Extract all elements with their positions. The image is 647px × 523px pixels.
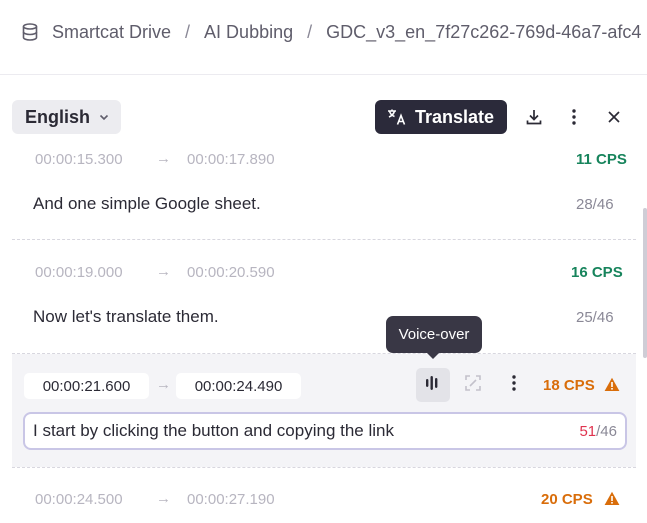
warning-icon xyxy=(604,491,620,506)
chevron-down-icon xyxy=(98,111,110,123)
voice-over-tooltip: Voice-over xyxy=(386,316,482,353)
segment-text[interactable]: And one simple Google sheet. xyxy=(33,194,261,214)
active-segment xyxy=(12,354,636,467)
segment-end-time: 00:00:17.890 xyxy=(187,151,275,168)
expand-button[interactable] xyxy=(456,368,490,402)
character-count-used: 51 xyxy=(579,422,597,440)
breadcrumb-separator: / xyxy=(185,21,191,42)
segment-end-time: 00:00:20.590 xyxy=(187,264,275,281)
segment-start-time: 00:00:24.500 xyxy=(35,491,123,508)
segment-start-time: 00:00:19.000 xyxy=(35,264,123,281)
more-vertical-icon xyxy=(511,374,517,397)
start-time-field[interactable]: 00:00:21.600 xyxy=(24,373,149,399)
end-time-field[interactable]: 00:00:24.490 xyxy=(176,373,301,399)
arrow-right-icon: → xyxy=(156,490,171,507)
segment-divider xyxy=(12,239,636,240)
breadcrumb-ai-dubbing[interactable]: AI Dubbing xyxy=(204,22,293,43)
cps-badge: 18 CPS xyxy=(543,377,595,394)
scrollbar[interactable] xyxy=(643,208,647,358)
arrow-right-icon: → xyxy=(156,376,171,393)
database-icon xyxy=(20,22,40,42)
more-vertical-icon[interactable] xyxy=(561,104,587,130)
download-icon[interactable] xyxy=(521,104,547,130)
close-icon[interactable] xyxy=(601,104,627,130)
header-divider xyxy=(0,74,647,75)
character-count: 28/46 xyxy=(576,196,614,213)
segment-list: 00:00:15.300 → 00:00:17.890 11 CPS And o… xyxy=(0,146,647,523)
voice-over-icon xyxy=(425,374,441,397)
language-select[interactable]: English xyxy=(12,100,121,134)
translate-button[interactable]: Translate xyxy=(375,100,507,134)
breadcrumb-file-name: GDC_v3_en_7f27c262-769d-46a7-afc4 xyxy=(326,21,642,42)
translate-icon xyxy=(387,108,407,126)
character-count: 51/46 xyxy=(579,423,617,440)
breadcrumb-smartcat-drive[interactable]: Smartcat Drive xyxy=(52,22,171,43)
segment-text[interactable]: Now let's translate them. xyxy=(33,307,219,327)
tooltip-arrow xyxy=(427,353,439,359)
cps-badge: 20 CPS xyxy=(541,491,593,508)
translate-label: Translate xyxy=(415,106,495,127)
segment-text-input[interactable]: I start by clicking the button and copyi… xyxy=(23,412,627,450)
segment-more-button[interactable] xyxy=(497,368,531,402)
arrow-right-icon: → xyxy=(156,150,171,167)
language-label: English xyxy=(25,106,91,127)
cps-badge: 11 CPS xyxy=(576,151,627,168)
expand-icon xyxy=(464,374,482,397)
breadcrumb: Smartcat Drive / AI Dubbing / GDC_v3_en_… xyxy=(0,0,647,64)
segment-start-time: 00:00:15.300 xyxy=(35,151,123,168)
segment-text: I start by clicking the button and copyi… xyxy=(33,421,394,440)
segment-end-time: 00:00:27.190 xyxy=(187,491,275,508)
segment-divider xyxy=(12,467,636,468)
warning-icon xyxy=(604,377,620,392)
character-count: 25/46 xyxy=(576,309,614,326)
breadcrumb-separator: / xyxy=(307,21,313,42)
arrow-right-icon: → xyxy=(156,263,171,280)
voice-over-button[interactable] xyxy=(416,368,450,402)
cps-badge: 16 CPS xyxy=(571,264,623,281)
character-count-max: /46 xyxy=(596,422,617,440)
